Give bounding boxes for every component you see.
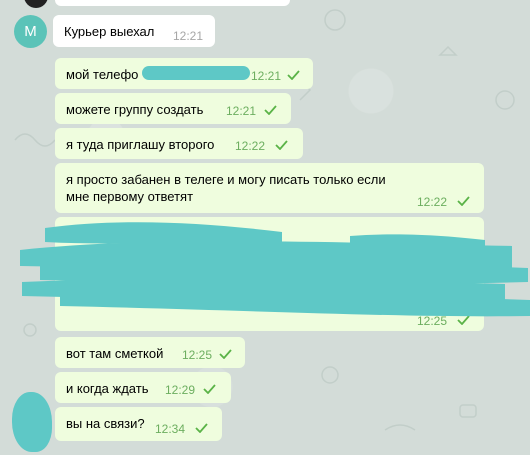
message-time: 12:34 <box>155 422 186 436</box>
outgoing-message[interactable]: и когда ждать 12:29 <box>55 372 231 403</box>
outgoing-message[interactable]: вот там сметкой 12:25 <box>55 337 245 368</box>
message-time: 12:29 <box>165 383 196 397</box>
outgoing-message[interactable]: вы на связи? 12:34 <box>55 407 222 441</box>
check-icon <box>219 349 232 359</box>
message-time: 12:25 <box>182 348 213 362</box>
message-text: вот там сметкой <box>66 346 164 361</box>
message-text: вы на связи? <box>66 416 145 431</box>
check-icon <box>195 423 208 433</box>
message-text: и когда ждать <box>66 381 149 396</box>
check-icon <box>203 384 216 394</box>
redacted-avatar <box>12 392 52 452</box>
